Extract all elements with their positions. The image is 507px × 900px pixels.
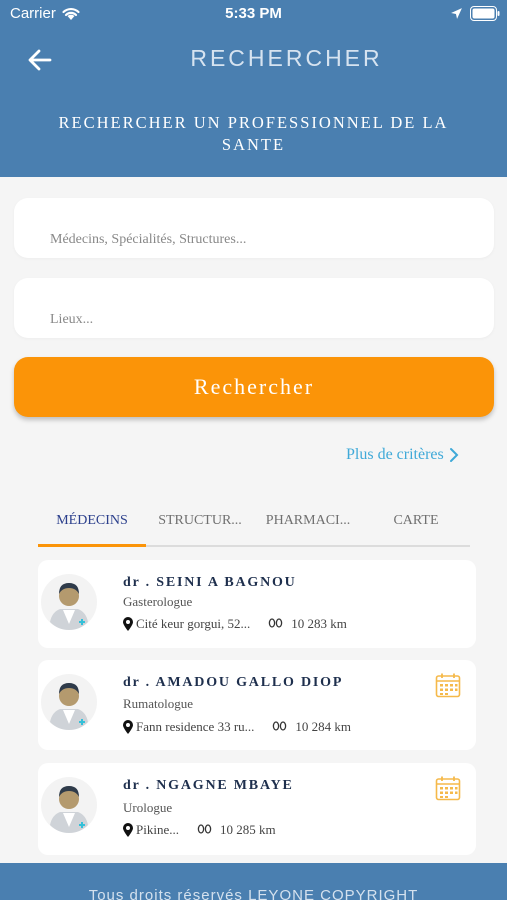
doctor-distance: 10 285 km (219, 822, 276, 837)
search-button[interactable]: Rechercher (14, 357, 494, 417)
tab-medecins[interactable]: MÉDECINS (38, 505, 146, 545)
doctor-info: Fann residence 33 ru... 10 284 km (123, 719, 351, 735)
more-criteria-label: Plus de critères (346, 446, 444, 463)
tab-structures[interactable]: STRUCTUR... (146, 505, 254, 545)
chevron-right-icon (449, 448, 459, 462)
clock: 5:33 PM (225, 5, 282, 22)
doctor-name: dr . NGAGNE MBAYE (123, 778, 294, 793)
more-criteria-link[interactable]: Plus de critères (346, 446, 460, 464)
location-arrow-icon (451, 8, 462, 19)
doctor-specialty: Gasterologue (123, 594, 193, 609)
doctor-distance: 10 284 km (295, 719, 352, 734)
active-tab-indicator (38, 544, 146, 547)
search-query-input[interactable] (50, 232, 470, 248)
page-title: RECHERCHER (190, 45, 383, 71)
doctor-specialty: Urologue (123, 800, 173, 815)
doctor-name: dr . SEINI A BAGNOU (123, 575, 297, 590)
copyright-text: Tous droits réservés LEYONE COPYRIGHT (88, 887, 419, 900)
doctor-distance: 10 283 km (291, 616, 347, 631)
map-pin-icon (123, 720, 133, 734)
search-query-card (14, 198, 494, 258)
doctor-avatar-icon (41, 574, 97, 630)
doctor-address: Cité keur gorgui, 52... (136, 616, 251, 631)
doctor-card[interactable]: dr . AMADOU GALLO DIOP Rumatologue Fann … (38, 660, 476, 750)
calendar-icon[interactable] (435, 775, 461, 801)
map-pin-icon (123, 617, 133, 631)
calendar-icon[interactable] (435, 672, 461, 698)
footer-bar: Tous droits réservés LEYONE COPYRIGHT (0, 863, 507, 900)
category-tabs: MÉDECINS STRUCTUR... PHARMACI... CARTE (38, 505, 470, 547)
doctor-card[interactable]: dr . NGAGNE MBAYE Urologue Pikine... 10 … (38, 763, 476, 855)
status-bar: Carrier 5:33 PM (0, 0, 507, 28)
footsteps-icon (197, 824, 212, 834)
doctor-info: Pikine... 10 285 km (123, 822, 276, 838)
battery-icon (470, 6, 500, 21)
doctor-info: Cité keur gorgui, 52... 10 283 km (123, 616, 347, 632)
footsteps-icon (268, 618, 283, 628)
doctor-name: dr . AMADOU GALLO DIOP (123, 675, 344, 690)
location-card (14, 278, 494, 338)
doctor-avatar-icon (41, 777, 97, 833)
map-pin-icon (123, 823, 133, 837)
doctor-specialty: Rumatologue (123, 696, 194, 711)
doctor-address: Fann residence 33 ru... (136, 719, 255, 734)
header-bar: Carrier 5:33 PM RECHERCHER RECHERCHER UN… (0, 0, 507, 177)
footsteps-icon (273, 721, 287, 731)
location-input[interactable] (50, 312, 470, 328)
doctor-address: Pikine... (136, 822, 179, 837)
page-subtitle: RECHERCHER UN PROFESSIONNEL DE LA SANTE (58, 113, 449, 154)
tab-carte[interactable]: CARTE (362, 505, 470, 545)
doctor-card[interactable]: dr . SEINI A BAGNOU Gasterologue Cité ke… (38, 560, 476, 648)
doctor-avatar-icon (41, 674, 97, 730)
tab-pharmacies[interactable]: PHARMACI... (254, 505, 362, 545)
